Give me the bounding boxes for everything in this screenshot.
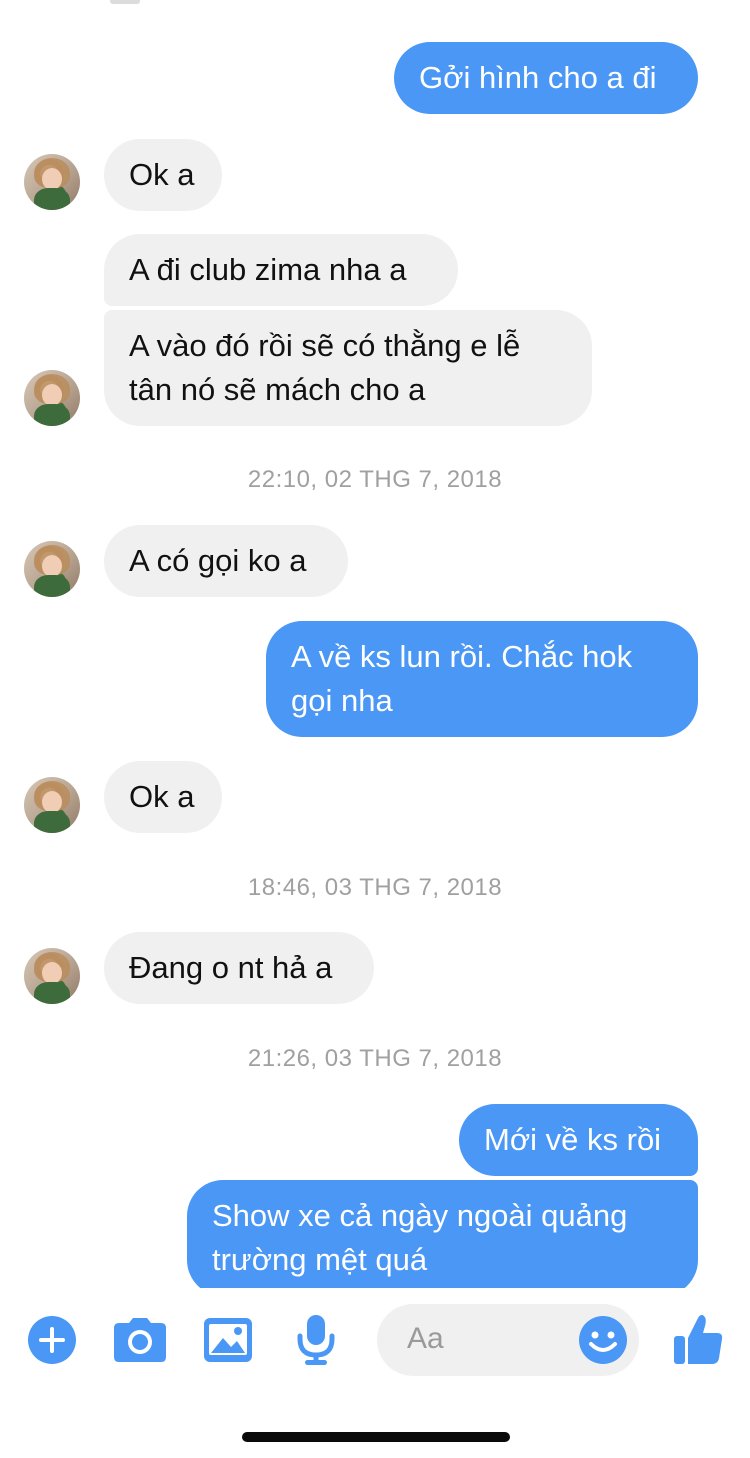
contact-avatar[interactable] xyxy=(24,541,80,597)
message-input-placeholder: Aa xyxy=(407,1322,444,1355)
previous-message-fragment xyxy=(110,0,140,4)
message-text: Show xe cả ngày ngoài quảng trường mệt q… xyxy=(212,1198,628,1277)
incoming-message[interactable]: A có gọi ko a xyxy=(104,525,348,597)
microphone-icon[interactable] xyxy=(292,1312,340,1368)
message-text: Ok a xyxy=(129,157,195,192)
incoming-message[interactable]: Ok a xyxy=(104,139,222,211)
message-text: A đi club zima nha a xyxy=(129,252,407,287)
contact-avatar[interactable] xyxy=(24,777,80,833)
outgoing-message[interactable]: A về ks lun rồi. Chắc hok gọi nha xyxy=(266,621,698,737)
outgoing-message[interactable]: Mới về ks rồi xyxy=(459,1104,698,1176)
contact-avatar[interactable] xyxy=(24,154,80,210)
timestamp: 18:46, 03 THG 7, 2018 xyxy=(247,874,503,901)
incoming-message[interactable]: Ok a xyxy=(104,761,222,833)
message-text: Gởi hình cho a đi xyxy=(419,60,657,95)
contact-avatar[interactable] xyxy=(24,948,80,1004)
contact-avatar[interactable] xyxy=(24,370,80,426)
message-text: A vào đó rồi sẽ có thằng e lễ tân nó sẽ … xyxy=(129,328,521,407)
camera-icon[interactable] xyxy=(112,1314,168,1366)
home-indicator xyxy=(242,1432,510,1442)
outgoing-message[interactable]: Show xe cả ngày ngoài quảng trường mệt q… xyxy=(187,1180,698,1288)
composer-bar: Aa xyxy=(0,1288,750,1458)
message-text: Đang o nt hả a xyxy=(129,950,333,985)
outgoing-message[interactable]: Gởi hình cho a đi xyxy=(394,42,698,114)
incoming-message[interactable]: A đi club zima nha a xyxy=(104,234,458,306)
message-input[interactable]: Aa xyxy=(377,1304,639,1376)
incoming-message[interactable]: Đang o nt hả a xyxy=(104,932,374,1004)
message-text: A về ks lun rồi. Chắc hok gọi nha xyxy=(291,639,633,718)
image-icon[interactable] xyxy=(202,1314,254,1366)
message-text: Ok a xyxy=(129,779,195,814)
message-text: Mới về ks rồi xyxy=(484,1122,662,1157)
emoji-icon[interactable] xyxy=(575,1312,631,1368)
thumbs-up-icon[interactable] xyxy=(670,1310,726,1368)
plus-icon[interactable] xyxy=(26,1314,78,1366)
incoming-message[interactable]: A vào đó rồi sẽ có thằng e lễ tân nó sẽ … xyxy=(104,310,592,426)
message-text: A có gọi ko a xyxy=(129,543,307,578)
timestamp: 22:10, 02 THG 7, 2018 xyxy=(247,466,503,493)
chat-thread[interactable]: Gởi hình cho a đi Ok a A đi club zima nh… xyxy=(0,0,750,1288)
timestamp: 21:26, 03 THG 7, 2018 xyxy=(247,1045,503,1072)
